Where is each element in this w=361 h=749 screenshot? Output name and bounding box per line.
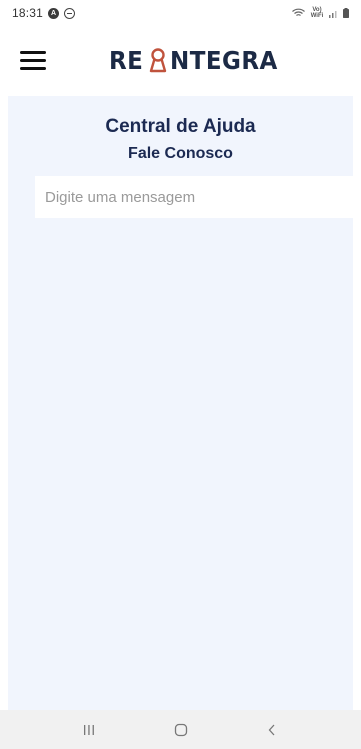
- system-nav-bar: [0, 710, 361, 749]
- status-right: Vo) WiFi: [292, 7, 349, 19]
- keyhole-logo-icon: [150, 48, 167, 73]
- do-not-disturb-icon: [64, 7, 76, 19]
- logo-text-right: NTEGRA: [170, 45, 279, 75]
- a-badge-icon: A: [48, 7, 60, 19]
- app-logo: RE NTEGRA: [109, 44, 288, 76]
- hamburger-menu-icon[interactable]: [20, 51, 46, 71]
- app-bar: RE NTEGRA: [0, 26, 361, 96]
- back-icon[interactable]: [257, 717, 287, 743]
- status-time: 18:31: [12, 6, 44, 20]
- recent-apps-icon[interactable]: [74, 717, 104, 743]
- wifi-icon: [292, 8, 305, 17]
- signal-icon: [329, 11, 337, 18]
- home-icon[interactable]: [166, 717, 196, 743]
- logo-text-left: RE: [109, 45, 144, 75]
- status-left: 18:31 A: [12, 6, 76, 20]
- message-input[interactable]: [35, 176, 353, 218]
- status-bar: 18:31 A Vo) WiFi: [0, 0, 361, 26]
- page-title: Central de Ajuda: [105, 116, 256, 137]
- volte-wifi-label: Vo) WiFi: [310, 7, 324, 19]
- page-subtitle: Fale Conosco: [128, 145, 233, 162]
- battery-icon: [343, 8, 349, 18]
- help-center-content: Central de Ajuda Fale Conosco: [8, 96, 353, 710]
